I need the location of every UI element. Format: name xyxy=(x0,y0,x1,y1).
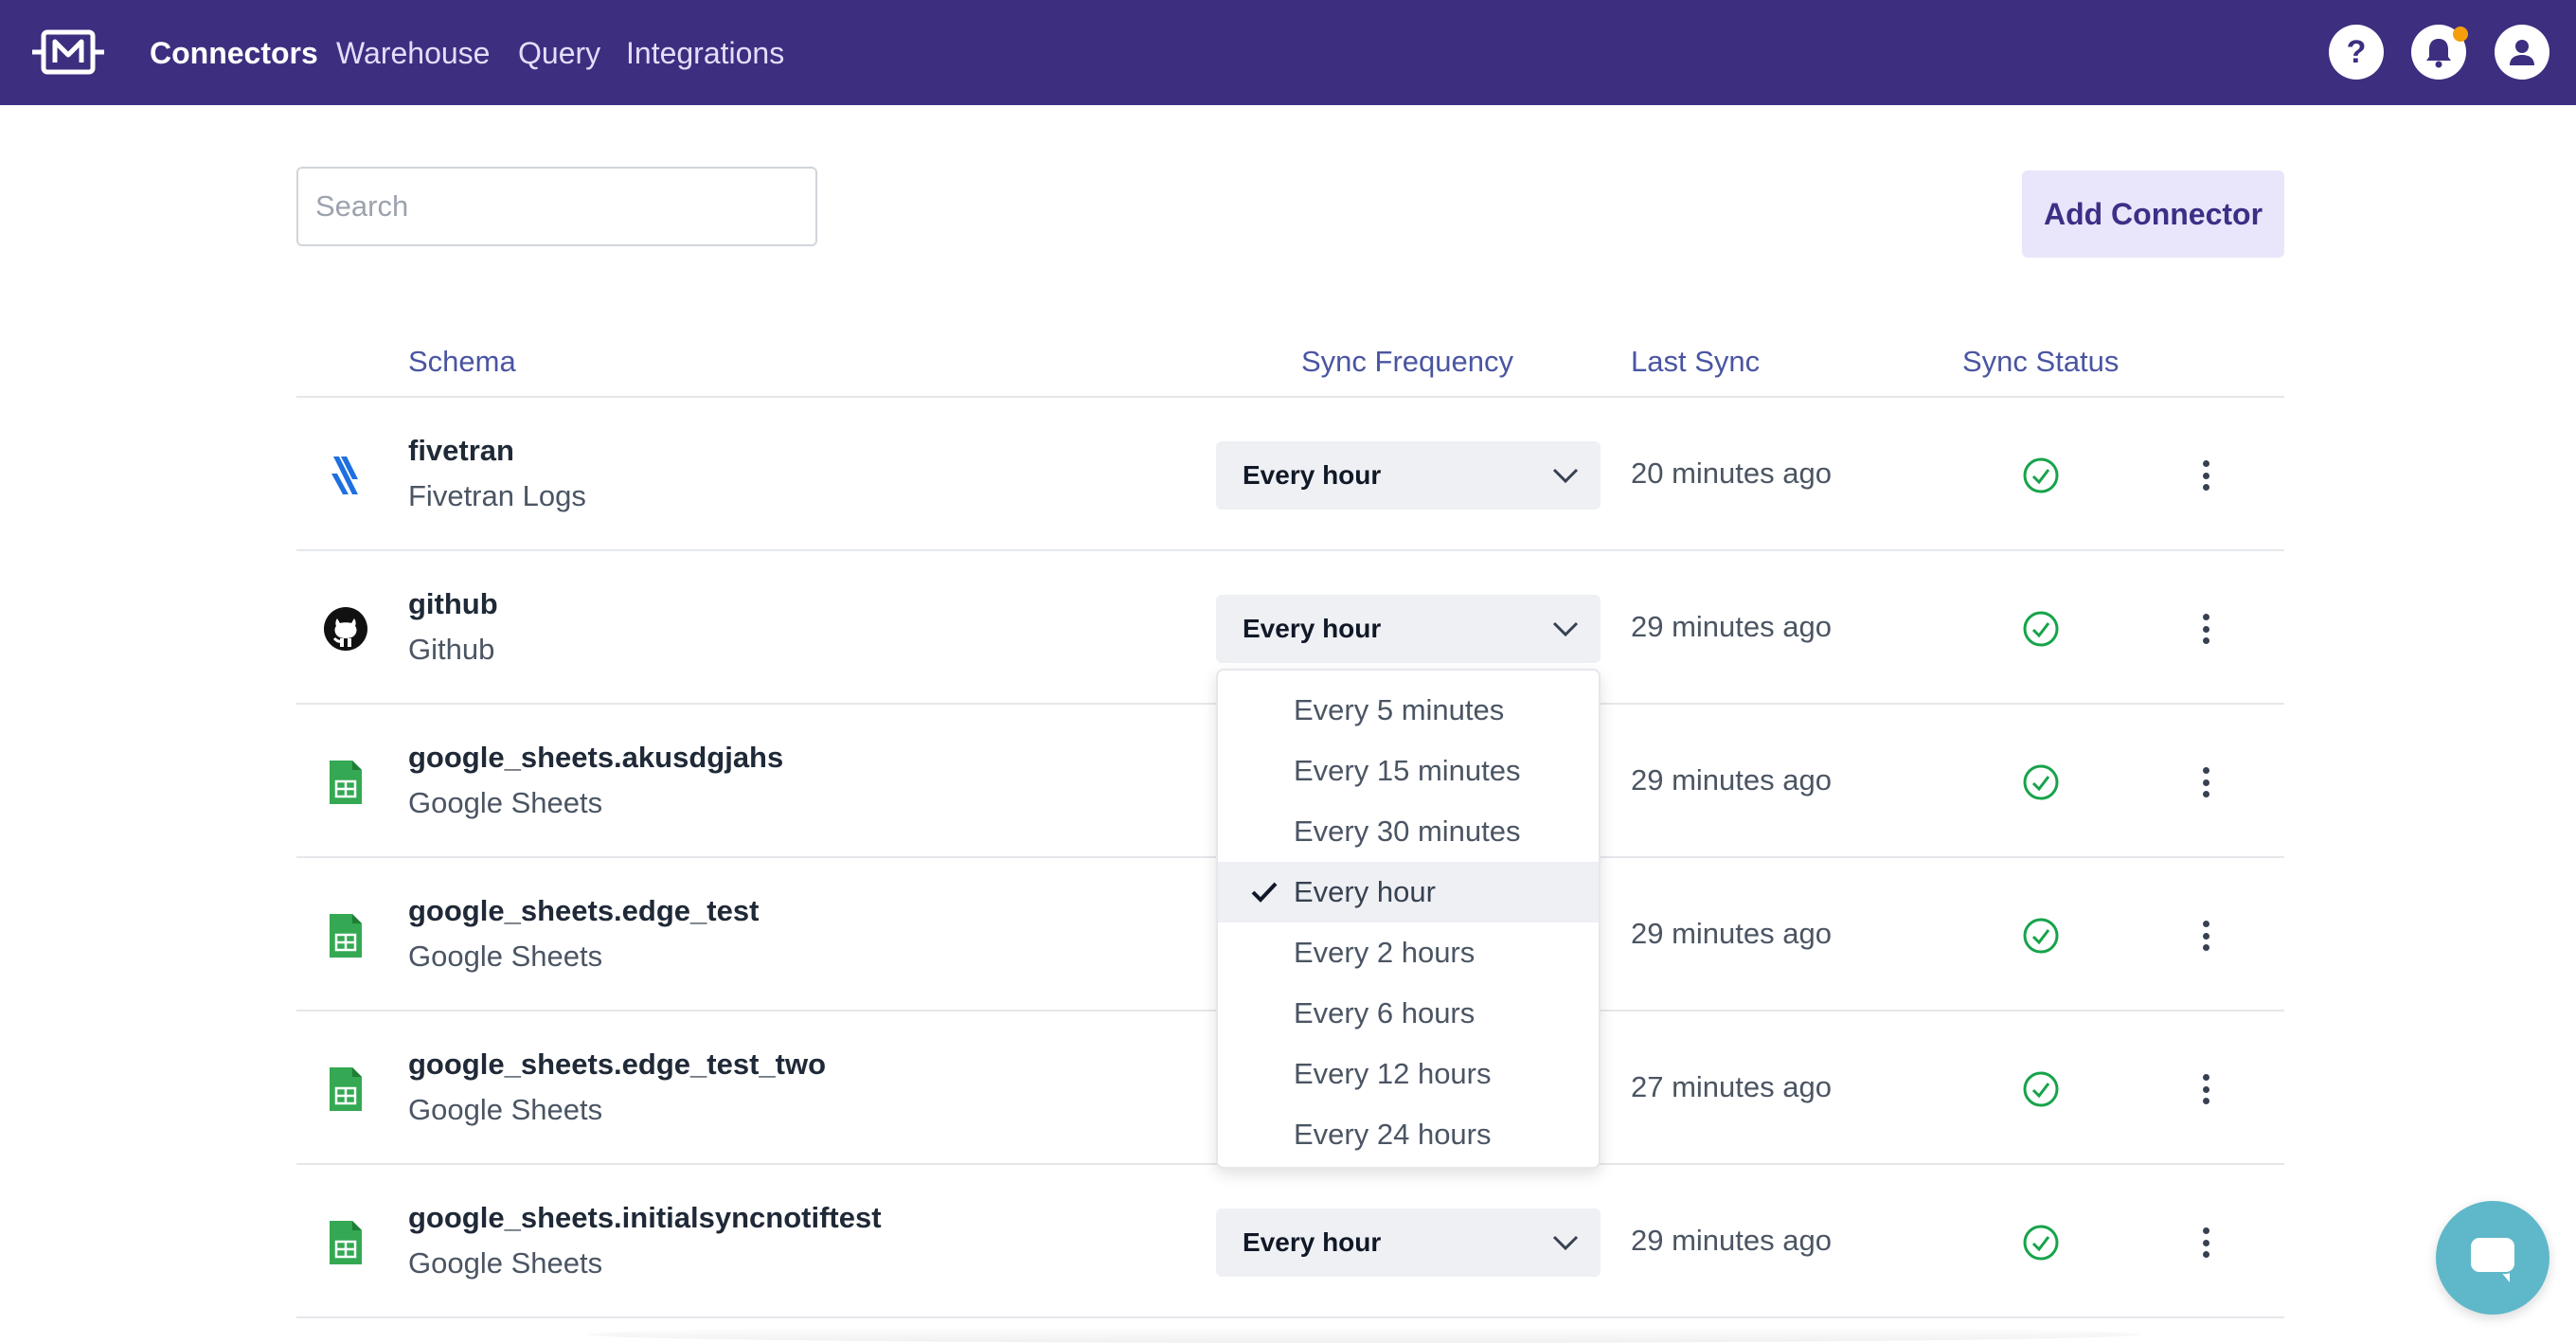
last-sync-time: 29 minutes ago xyxy=(1631,917,1832,950)
connector-name[interactable]: fivetran xyxy=(408,432,514,470)
row-divider xyxy=(296,1316,2284,1318)
google-sheets-icon xyxy=(308,744,384,820)
frequency-value: Every hour xyxy=(1243,1227,1382,1257)
row-menu-button[interactable] xyxy=(2198,761,2213,803)
connector-name[interactable]: google_sheets.edge_test xyxy=(408,892,759,930)
frequency-option[interactable]: Every 15 minutes xyxy=(1218,741,1599,801)
connector-type: Github xyxy=(408,633,495,666)
chevron-down-icon xyxy=(1552,1235,1579,1251)
success-check-icon xyxy=(2023,457,2059,493)
last-sync-time: 20 minutes ago xyxy=(1631,457,1832,490)
frequency-option-label: Every 5 minutes xyxy=(1294,693,1505,726)
frequency-select[interactable]: Every hour xyxy=(1216,1209,1601,1277)
chevron-down-icon xyxy=(1552,621,1579,637)
table-row[interactable]: google_sheets.initialsyncnotiftest Googl… xyxy=(296,1165,2284,1318)
connector-type: Google Sheets xyxy=(408,786,603,819)
success-check-icon xyxy=(2023,764,2059,800)
row-menu-button[interactable] xyxy=(2198,455,2213,496)
success-check-icon xyxy=(2023,1225,2059,1261)
github-icon xyxy=(308,591,384,667)
bottom-shadow xyxy=(587,1326,2140,1343)
frequency-dropdown-menu: Every 5 minutes Every 15 minutes Every 3… xyxy=(1216,669,1601,1169)
help-icon: ? xyxy=(2346,33,2367,70)
connector-name[interactable]: google_sheets.akusdgjahs xyxy=(408,739,783,777)
last-sync-time: 27 minutes ago xyxy=(1631,1070,1832,1103)
column-header-last-sync[interactable]: Last Sync xyxy=(1631,343,1760,381)
last-sync-time: 29 minutes ago xyxy=(1631,1224,1832,1257)
frequency-option[interactable]: Every 30 minutes xyxy=(1218,801,1599,862)
frequency-option[interactable]: Every 2 hours xyxy=(1218,922,1599,983)
notification-badge xyxy=(2453,27,2468,42)
bell-icon xyxy=(2426,39,2451,68)
table-row[interactable]: fivetran Fivetran Logs Every hour 20 min… xyxy=(296,398,2284,551)
connector-name[interactable]: github xyxy=(408,585,498,623)
frequency-option-label: Every hour xyxy=(1294,875,1436,908)
checkmark-icon xyxy=(1251,882,1278,903)
google-sheets-icon xyxy=(308,1205,384,1280)
frequency-option-label: Every 6 hours xyxy=(1294,996,1476,1030)
row-menu-button[interactable] xyxy=(2198,1222,2213,1263)
last-sync-time: 29 minutes ago xyxy=(1631,610,1832,643)
success-check-icon xyxy=(2023,918,2059,954)
frequency-option-label: Every 15 minutes xyxy=(1294,754,1521,787)
last-sync-time: 29 minutes ago xyxy=(1631,763,1832,797)
help-button[interactable]: ? xyxy=(2329,25,2384,80)
google-sheets-icon xyxy=(308,898,384,974)
connector-name[interactable]: google_sheets.edge_test_two xyxy=(408,1046,826,1083)
frequency-option-selected[interactable]: Every hour xyxy=(1218,862,1599,922)
search-input[interactable] xyxy=(296,167,817,246)
account-button[interactable] xyxy=(2495,25,2549,80)
chat-bubble-icon xyxy=(2469,1236,2516,1282)
frequency-option[interactable]: Every 12 hours xyxy=(1218,1044,1599,1104)
row-menu-button[interactable] xyxy=(2198,608,2213,650)
column-header-sync-frequency[interactable]: Sync Frequency xyxy=(1301,343,1513,381)
connector-type: Google Sheets xyxy=(408,1093,603,1126)
row-menu-button[interactable] xyxy=(2198,1068,2213,1110)
logo-icon[interactable] xyxy=(30,27,106,78)
row-menu-button[interactable] xyxy=(2198,915,2213,957)
success-check-icon xyxy=(2023,611,2059,647)
connector-type: Google Sheets xyxy=(408,940,603,973)
frequency-option[interactable]: Every 6 hours xyxy=(1218,983,1599,1044)
frequency-select[interactable]: Every hour xyxy=(1216,441,1601,510)
top-nav-bar: Connectors Warehouse Query Integrations … xyxy=(0,0,2576,105)
frequency-option-label: Every 12 hours xyxy=(1294,1057,1492,1090)
user-icon xyxy=(2510,40,2534,65)
frequency-select[interactable]: Every hour xyxy=(1216,595,1601,663)
nav-integrations[interactable]: Integrations xyxy=(626,34,784,72)
frequency-option-label: Every 24 hours xyxy=(1294,1118,1492,1151)
connector-name[interactable]: google_sheets.initialsyncnotiftest xyxy=(408,1199,882,1237)
nav-connectors[interactable]: Connectors xyxy=(150,34,318,72)
connector-type: Fivetran Logs xyxy=(408,479,586,512)
nav-query[interactable]: Query xyxy=(518,34,600,72)
google-sheets-icon xyxy=(308,1051,384,1127)
add-connector-button[interactable]: Add Connector xyxy=(2022,170,2284,258)
connector-type: Google Sheets xyxy=(408,1246,603,1280)
frequency-option[interactable]: Every 24 hours xyxy=(1218,1104,1599,1165)
frequency-option-label: Every 2 hours xyxy=(1294,936,1476,969)
frequency-option[interactable]: Every 5 minutes xyxy=(1218,680,1599,741)
chevron-down-icon xyxy=(1552,468,1579,484)
nav-warehouse[interactable]: Warehouse xyxy=(336,34,490,72)
column-header-schema[interactable]: Schema xyxy=(408,343,516,381)
frequency-value: Every hour xyxy=(1243,614,1382,643)
frequency-value: Every hour xyxy=(1243,460,1382,490)
column-header-sync-status[interactable]: Sync Status xyxy=(1962,343,2119,381)
fivetran-icon xyxy=(308,438,384,513)
success-check-icon xyxy=(2023,1071,2059,1107)
frequency-option-label: Every 30 minutes xyxy=(1294,815,1521,848)
chat-widget-button[interactable] xyxy=(2436,1201,2549,1315)
